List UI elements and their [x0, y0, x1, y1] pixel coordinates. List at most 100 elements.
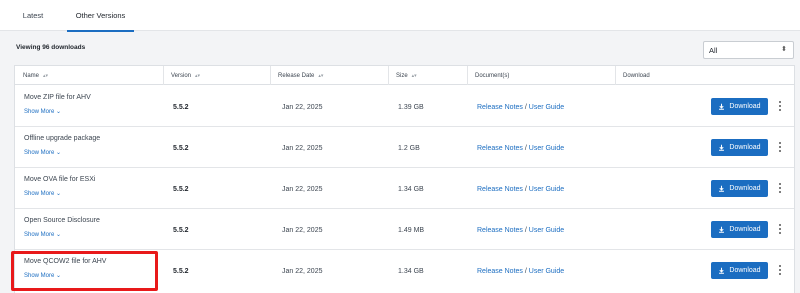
- user-guide-link[interactable]: User Guide: [529, 145, 564, 152]
- download-icon: [719, 144, 725, 151]
- chevron-down-icon: ⌄: [56, 109, 62, 115]
- show-more-link[interactable]: Show More ⌄: [24, 149, 61, 156]
- column-header-label: Document(s): [475, 72, 510, 79]
- column-header-download: Download: [615, 66, 796, 85]
- download-icon: [719, 267, 725, 274]
- column-header-release-date[interactable]: Release Date ▴▾: [270, 66, 388, 85]
- column-header-documents: Document(s): [467, 66, 615, 85]
- show-more-link[interactable]: Show More ⌄: [24, 231, 61, 238]
- release-notes-link[interactable]: Release Notes: [477, 145, 523, 152]
- show-more-link[interactable]: Show More ⌄: [24, 272, 61, 279]
- download-label: Download: [729, 267, 761, 274]
- column-header-label: Release Date: [278, 72, 315, 79]
- chevron-updown-icon: ⬍: [781, 46, 787, 53]
- version: 5.5.2: [173, 145, 189, 152]
- column-header-label: Version: [171, 72, 192, 79]
- kebab-menu-icon[interactable]: [776, 140, 784, 154]
- filter-select-value: All: [709, 45, 718, 55]
- release-notes-link[interactable]: Release Notes: [477, 104, 523, 111]
- table-row: Open Source Disclosure Show More ⌄ 5.5.2…: [15, 209, 794, 250]
- version: 5.5.2: [173, 104, 189, 111]
- table-row: Move OVA file for ESXi Show More ⌄ 5.5.2…: [15, 168, 794, 209]
- release-notes-link[interactable]: Release Notes: [477, 227, 523, 234]
- documents: Release Notes / User Guide: [477, 186, 564, 193]
- show-more-link[interactable]: Show More ⌄: [24, 108, 61, 115]
- user-guide-link[interactable]: User Guide: [529, 268, 564, 275]
- tab-other-versions[interactable]: Other Versions: [67, 0, 134, 32]
- chevron-down-icon: ⌄: [56, 191, 62, 197]
- column-header-label: Name: [23, 72, 40, 79]
- chevron-down-icon: ⌄: [56, 150, 62, 156]
- sort-icon: ▴▾: [318, 72, 324, 79]
- release-notes-link[interactable]: Release Notes: [477, 186, 523, 193]
- chevron-down-icon: ⌄: [56, 232, 62, 238]
- documents: Release Notes / User Guide: [477, 145, 564, 152]
- file-name: Move ZIP file for AHV: [24, 94, 91, 101]
- user-guide-link[interactable]: User Guide: [529, 186, 564, 193]
- release-notes-link[interactable]: Release Notes: [477, 268, 523, 275]
- documents: Release Notes / User Guide: [477, 104, 564, 111]
- show-more-label: Show More: [24, 109, 55, 115]
- documents: Release Notes / User Guide: [477, 227, 564, 234]
- version: 5.5.2: [173, 186, 189, 193]
- show-more-label: Show More: [24, 191, 55, 197]
- download-button[interactable]: Download: [711, 98, 768, 115]
- file-size: 1.39 GB: [398, 104, 424, 111]
- show-more-link[interactable]: Show More ⌄: [24, 190, 61, 197]
- download-label: Download: [729, 185, 761, 192]
- release-date: Jan 22, 2025: [282, 145, 323, 152]
- download-button[interactable]: Download: [711, 221, 768, 238]
- download-icon: [719, 185, 725, 192]
- download-label: Download: [729, 103, 761, 110]
- download-icon: [719, 226, 725, 233]
- show-more-label: Show More: [24, 232, 55, 238]
- table-row: Offline upgrade package Show More ⌄ 5.5.…: [15, 127, 794, 168]
- release-date: Jan 22, 2025: [282, 268, 323, 275]
- release-date: Jan 22, 2025: [282, 186, 323, 193]
- file-size: 1.34 GB: [398, 186, 424, 193]
- tab-latest[interactable]: Latest: [10, 0, 56, 31]
- download-button[interactable]: Download: [711, 180, 768, 197]
- file-name: Move QCOW2 file for AHV: [24, 258, 107, 265]
- sort-icon: ▴▾: [411, 72, 417, 79]
- downloads-table: Name ▴▾ Version ▴▾ Release Date ▴▾ Size …: [14, 65, 795, 293]
- release-date: Jan 22, 2025: [282, 104, 323, 111]
- table-header: Name ▴▾ Version ▴▾ Release Date ▴▾ Size …: [15, 66, 794, 85]
- tabs-bar: Latest Other Versions: [0, 0, 800, 32]
- version: 5.5.2: [173, 268, 189, 275]
- kebab-menu-icon[interactable]: [776, 99, 784, 113]
- sort-icon: ▴▾: [195, 72, 201, 79]
- file-name: Open Source Disclosure: [24, 217, 100, 224]
- show-more-label: Show More: [24, 273, 55, 279]
- sort-icon: ▴▾: [43, 72, 49, 79]
- column-header-label: Size: [396, 72, 408, 79]
- download-label: Download: [729, 144, 761, 151]
- user-guide-link[interactable]: User Guide: [529, 227, 564, 234]
- kebab-menu-icon[interactable]: [776, 181, 784, 195]
- kebab-menu-icon[interactable]: [776, 222, 784, 236]
- chevron-down-icon: ⌄: [56, 273, 62, 279]
- file-size: 1.34 GB: [398, 268, 424, 275]
- kebab-menu-icon[interactable]: [776, 263, 784, 277]
- table-row: Move QCOW2 file for AHV Show More ⌄ 5.5.…: [15, 250, 794, 291]
- filter-select[interactable]: All ⬍: [703, 41, 794, 59]
- file-size: 1.2 GB: [398, 145, 420, 152]
- column-header-size[interactable]: Size ▴▾: [388, 66, 467, 85]
- release-date: Jan 22, 2025: [282, 227, 323, 234]
- table-row: Move ZIP file for AHV Show More ⌄ 5.5.2 …: [15, 86, 794, 127]
- file-size: 1.49 MB: [398, 227, 425, 234]
- file-name: Move OVA file for ESXi: [24, 176, 96, 183]
- download-button[interactable]: Download: [711, 139, 768, 156]
- file-name: Offline upgrade package: [24, 135, 101, 142]
- documents: Release Notes / User Guide: [477, 268, 564, 275]
- download-label: Download: [729, 226, 761, 233]
- downloads-count: Viewing 96 downloads: [16, 44, 86, 51]
- version: 5.5.2: [173, 227, 189, 234]
- column-header-name[interactable]: Name ▴▾: [15, 66, 163, 85]
- user-guide-link[interactable]: User Guide: [529, 104, 564, 111]
- column-header-version[interactable]: Version ▴▾: [163, 66, 270, 85]
- download-icon: [719, 103, 725, 110]
- column-header-label: Download: [623, 72, 650, 79]
- download-button[interactable]: Download: [711, 262, 768, 279]
- show-more-label: Show More: [24, 150, 55, 156]
